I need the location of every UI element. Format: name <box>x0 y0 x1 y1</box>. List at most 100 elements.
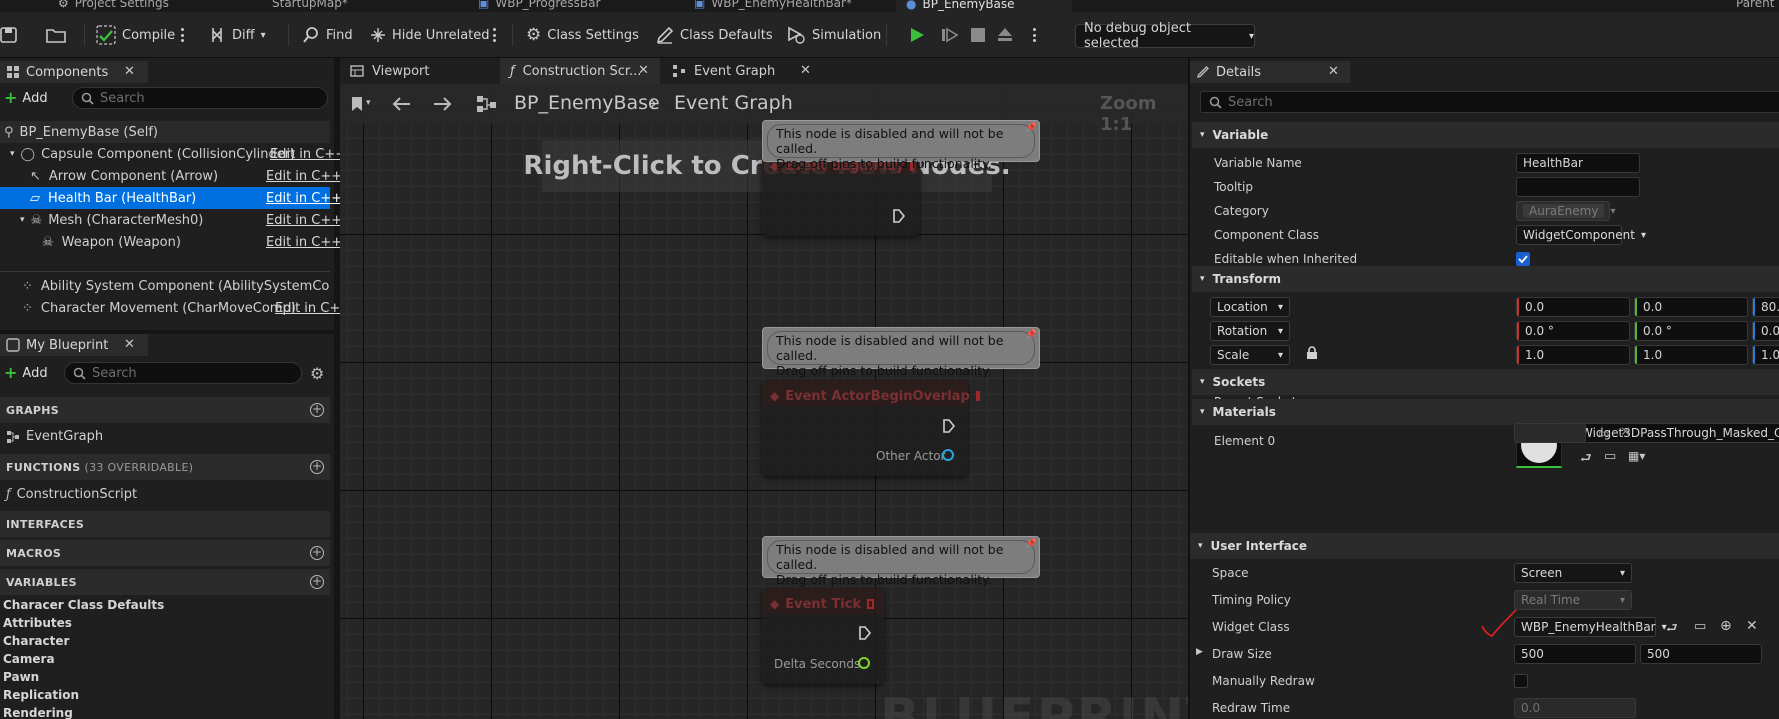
back-arrow-icon[interactable] <box>390 94 412 114</box>
diff-button[interactable]: Diff ▾ <box>208 22 266 48</box>
hide-unrelated-options-button[interactable] <box>492 22 496 48</box>
tab-viewport[interactable]: Viewport <box>340 58 500 84</box>
tab-event-graph[interactable]: Event Graph <box>662 58 822 84</box>
sockets-section-header[interactable]: ▾ Sockets <box>1192 369 1779 395</box>
variable-name-field[interactable]: HealthBar <box>1516 153 1640 173</box>
scale-x-field[interactable]: 1.0 <box>1516 345 1630 365</box>
add-component-button[interactable]: + Add <box>0 87 48 109</box>
draw-size-y-field[interactable]: 500 <box>1640 644 1762 664</box>
browse-button[interactable] <box>46 22 66 48</box>
save-button[interactable] <box>0 22 18 48</box>
edit-in-cpp-link[interactable]: Edit in C++ <box>266 213 342 228</box>
forward-arrow-icon[interactable] <box>432 94 454 114</box>
details-tab[interactable]: Details <box>1190 61 1350 83</box>
material-options-icon[interactable]: ▦▾ <box>1628 449 1645 463</box>
graph-hierarchy-icon[interactable] <box>476 94 498 114</box>
variable-section-header[interactable]: ▾ Variable <box>1192 122 1779 148</box>
location-mode-dropdown[interactable]: Location ▾ <box>1210 297 1290 317</box>
variable-category[interactable]: Rendering <box>3 706 73 719</box>
component-row[interactable]: ⁘ Ability System Component (AbilitySyste… <box>0 275 330 297</box>
graphs-section-header[interactable]: GRAPHS <box>0 397 330 423</box>
interfaces-section-header[interactable]: INTERFACES <box>0 511 330 537</box>
rotation-x-field[interactable]: 0.0 ° <box>1516 321 1630 341</box>
gear-icon[interactable]: ⚙ <box>310 364 324 383</box>
clear-icon[interactable]: ✕ <box>1620 425 1631 440</box>
tab-project-settings[interactable]: ⚙ Project Settings <box>58 0 169 12</box>
add-member-button[interactable]: + Add <box>0 362 48 384</box>
widget-class-dropdown[interactable]: WBP_EnemyHealthBar ▾ <box>1514 617 1667 637</box>
draw-size-x-field[interactable]: 500 <box>1514 644 1636 664</box>
redraw-time-field[interactable]: 0.0 <box>1514 698 1636 718</box>
add-macro-icon[interactable]: + <box>310 546 324 560</box>
play-button[interactable] <box>908 22 926 48</box>
exec-out-pin[interactable] <box>892 208 906 224</box>
scale-mode-dropdown[interactable]: Scale ▾ <box>1210 345 1290 365</box>
construction-script-item[interactable]: ƒ ConstructionScript <box>6 487 137 502</box>
play-options-button[interactable] <box>1032 22 1036 48</box>
close-icon[interactable]: ✕ <box>124 337 135 352</box>
create-new-icon[interactable]: ⊕ <box>1720 618 1732 634</box>
exec-out-pin[interactable] <box>942 418 956 434</box>
variable-category[interactable]: Attributes <box>3 616 72 630</box>
browse-folder-icon[interactable]: ▭ <box>1604 449 1616 464</box>
float-pin[interactable] <box>858 657 870 669</box>
rotation-z-field[interactable]: 0.0 ° <box>1752 321 1779 341</box>
chevron-down-icon[interactable]: ▾ <box>366 98 371 108</box>
step-button[interactable] <box>940 22 958 48</box>
rotation-mode-dropdown[interactable]: Rotation ▾ <box>1210 321 1290 341</box>
manual-redraw-checkbox[interactable] <box>1514 674 1528 688</box>
pin-comment-icon[interactable]: 📌 <box>1026 539 1037 549</box>
scale-z-field[interactable]: 1.0 <box>1752 345 1779 365</box>
chevron-right-icon[interactable]: ▶ <box>1196 647 1203 657</box>
event-tick-node[interactable]: ◆ Event Tick Delta Seconds <box>762 588 884 684</box>
debug-object-dropdown[interactable]: No debug object selected ▾ <box>1075 21 1255 51</box>
stop-button[interactable] <box>970 22 986 48</box>
lock-icon[interactable] <box>1306 346 1318 360</box>
variable-category[interactable]: Characer Class Defaults <box>3 598 164 612</box>
tooltip-field[interactable] <box>1516 177 1640 197</box>
simulation-button[interactable]: Simulation <box>786 22 881 48</box>
component-class-dropdown[interactable]: WidgetComponent ▾ <box>1516 225 1646 245</box>
exec-out-pin[interactable] <box>858 625 872 641</box>
variable-category[interactable]: Pawn <box>3 670 39 684</box>
variable-category[interactable]: Character <box>3 634 69 648</box>
category-dropdown[interactable]: AuraEnemy ▾ <box>1516 201 1616 221</box>
tab-construction-script[interactable]: ƒ Construction Scr... <box>500 58 660 84</box>
add-graph-icon[interactable]: + <box>310 403 324 417</box>
compile-options-button[interactable] <box>180 22 184 48</box>
materials-section-header[interactable]: ▾ Materials <box>1192 399 1779 425</box>
location-x-field[interactable]: 0.0 <box>1516 297 1630 317</box>
tab-bp-enemybase[interactable]: ● BP_EnemyBase <box>896 0 1072 12</box>
rotation-y-field[interactable]: 0.0 ° <box>1634 321 1748 341</box>
delegate-pin[interactable] <box>867 599 874 609</box>
space-dropdown[interactable]: Screen ▾ <box>1514 563 1632 583</box>
component-self-row[interactable]: ⚲ BP_EnemyBase (Self) <box>0 121 330 143</box>
transform-section-header[interactable]: ▾ Transform <box>1192 266 1779 292</box>
close-icon[interactable]: ✕ <box>1328 64 1339 79</box>
add-variable-icon[interactable]: + <box>310 575 324 589</box>
bookmark-icon[interactable] <box>348 95 366 113</box>
details-search-input[interactable]: Search <box>1200 91 1779 113</box>
edit-in-cpp-link[interactable]: Edit in C++ <box>266 191 342 206</box>
variables-section-header[interactable]: VARIABLES <box>0 569 330 595</box>
pin-comment-icon[interactable]: 📌 <box>1026 123 1037 133</box>
class-defaults-button[interactable]: Class Defaults <box>656 22 773 48</box>
parent-socket-field[interactable] <box>1514 423 1586 443</box>
scale-y-field[interactable]: 1.0 <box>1634 345 1748 365</box>
edit-in-cpp-link[interactable]: Edit in C++ <box>266 235 342 250</box>
macros-section-header[interactable]: MACROS <box>0 540 330 566</box>
timing-policy-dropdown[interactable]: Real Time ▾ <box>1514 590 1632 610</box>
compile-button[interactable]: Compile <box>96 22 175 48</box>
object-pin[interactable] <box>942 449 954 461</box>
delegate-pin[interactable] <box>975 391 980 401</box>
edit-in-cpp-link[interactable]: Edit in C++ <box>266 169 342 184</box>
class-settings-button[interactable]: ⚙ Class Settings <box>526 22 639 48</box>
edit-in-cpp-link[interactable]: Edit in C++ <box>270 147 346 162</box>
edit-in-cpp-link[interactable]: Edit in C+ <box>275 301 340 316</box>
functions-section-header[interactable]: FUNCTIONS (33 OVERRIDABLE) <box>0 454 330 480</box>
location-y-field[interactable]: 0.0 <box>1634 297 1748 317</box>
pin-comment-icon[interactable]: 📌 <box>1026 330 1037 340</box>
tab-startup-map[interactable]: StartupMap* <box>272 0 348 12</box>
variable-category[interactable]: Replication <box>3 688 79 702</box>
browse-folder-icon[interactable]: ▭ <box>1694 619 1706 634</box>
